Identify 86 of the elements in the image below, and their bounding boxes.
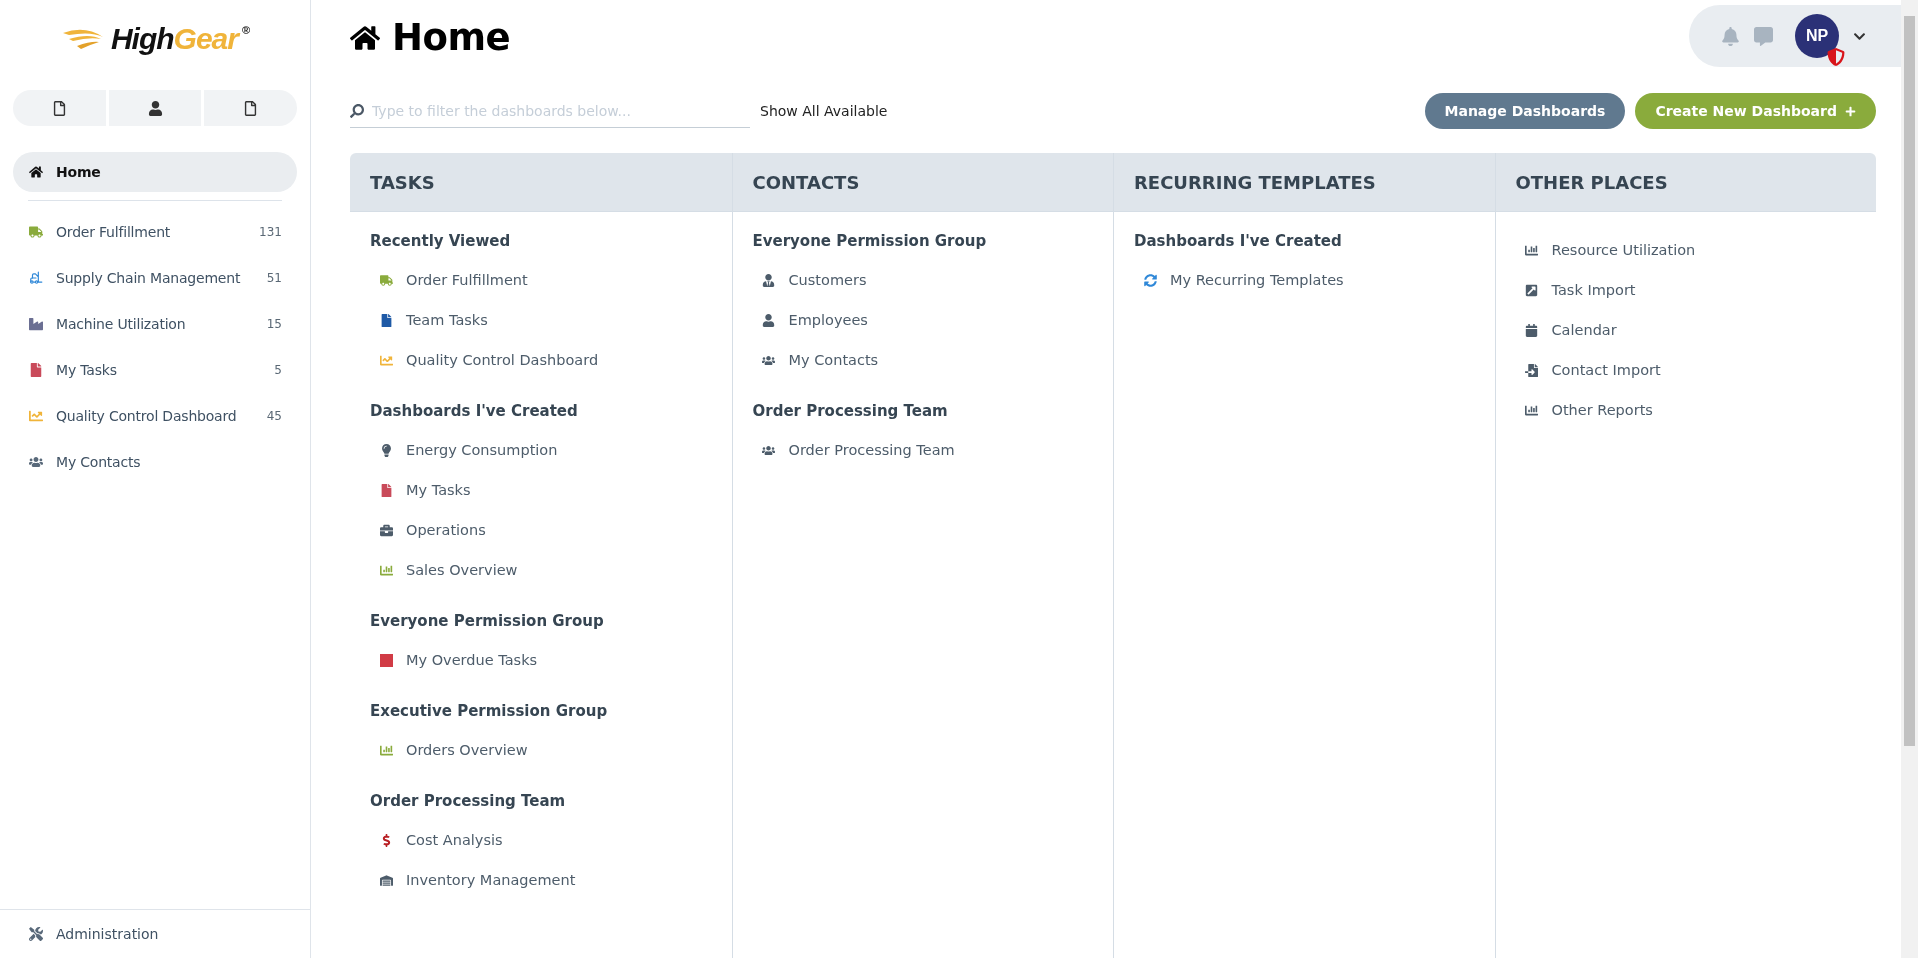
page-title-text: Home <box>392 16 511 59</box>
filter-field[interactable]: Type to filter the dashboards below... <box>370 101 750 120</box>
people-icon <box>760 443 777 457</box>
nav-item[interactable]: Quality Control Dashboard 45 <box>13 393 297 439</box>
bar-chart-icon <box>378 563 394 577</box>
plus-icon <box>1845 105 1856 117</box>
group-title: Everyone Permission Group <box>752 231 988 252</box>
link-label: Employees <box>788 312 868 328</box>
dashboard-link[interactable]: Order Processing Team <box>752 428 1093 472</box>
home-icon <box>28 165 44 179</box>
briefcase-icon <box>378 523 394 537</box>
manage-button[interactable]: Manage Dashboards <box>1424 93 1626 129</box>
nav-item[interactable]: My Contacts <box>13 439 297 485</box>
link-label: Inventory Management <box>406 872 576 888</box>
link-label: Operations <box>406 522 486 538</box>
line-chart-icon <box>28 409 44 423</box>
tools-icon <box>28 927 44 941</box>
link-label: Cost Analysis <box>406 832 503 848</box>
search-icon <box>350 103 364 118</box>
link-label: Quality Control Dashboard <box>406 352 599 368</box>
chat-icon[interactable] <box>1754 26 1773 46</box>
group-title: Dashboards I've Created <box>1134 231 1343 252</box>
import-icon <box>1523 363 1540 377</box>
column-header: OTHER PLACES <box>1495 153 1876 212</box>
square-icon <box>378 653 394 667</box>
dashboard-link[interactable]: Orders Overview <box>370 728 712 772</box>
forklift-icon <box>28 271 44 285</box>
link-label: Task Import <box>1551 282 1636 298</box>
column-header: RECURRING TEMPLATES <box>1114 153 1495 212</box>
logo: HighGear® <box>110 22 250 56</box>
link-label: Orders Overview <box>406 742 528 758</box>
bar-chart-icon <box>1523 403 1540 417</box>
truck-icon <box>378 273 394 287</box>
link-label: Customers <box>788 272 867 288</box>
group-title: Order Processing Team <box>752 401 949 422</box>
group-title: Dashboards I've Created <box>370 401 579 422</box>
user-avatar[interactable]: NP <box>1795 14 1839 58</box>
import-icon <box>1523 283 1540 297</box>
nav-item[interactable]: My Tasks 5 <box>13 347 297 393</box>
link-label: Order Processing Team <box>788 442 955 458</box>
nav-item[interactable]: Home <box>13 152 297 192</box>
nav-item[interactable]: Supply Chain Management 51 <box>13 255 297 301</box>
group-title: Everyone Permission Group <box>370 611 605 632</box>
repeat-icon <box>1142 273 1158 287</box>
people-icon <box>760 353 777 367</box>
bar-chart-icon <box>378 743 394 757</box>
link-label: Contact Import <box>1551 362 1661 378</box>
factory-icon <box>28 317 44 331</box>
link-label: My Overdue Tasks <box>406 652 538 668</box>
people-icon <box>28 455 44 469</box>
shield-icon <box>1827 48 1845 66</box>
person-icon <box>147 100 163 116</box>
nav-item[interactable]: Administration <box>0 926 187 942</box>
link-label: Order Fulfillment <box>406 272 528 288</box>
link-label: Team Tasks <box>406 312 488 328</box>
document-icon <box>28 363 44 377</box>
column-header: TASKS <box>350 153 732 212</box>
link-label: My Tasks <box>406 482 471 498</box>
link-label: Calendar <box>1551 322 1617 338</box>
document-icon <box>243 100 259 116</box>
person-icon <box>760 273 777 287</box>
link-label: Energy Consumption <box>406 442 558 458</box>
column-header: CONTACTS <box>732 153 1113 212</box>
line-chart-icon <box>378 353 394 367</box>
link-label: My Recurring Templates <box>1170 272 1344 288</box>
group-title: Order Processing Team <box>370 791 567 812</box>
truck-icon <box>28 225 44 239</box>
bell-icon[interactable] <box>1721 26 1740 46</box>
dashboard-link[interactable]: My Recurring Templates <box>1134 258 1475 302</box>
link-label: My Contacts <box>788 352 879 368</box>
scrollbar[interactable] <box>1901 0 1918 958</box>
nav-item[interactable]: Order Fulfillment 131 <box>13 209 297 255</box>
document-icon <box>51 100 67 116</box>
nav-item[interactable]: Machine Utilization 15 <box>13 301 297 347</box>
new-contact-button[interactable] <box>108 90 202 126</box>
show-all-link[interactable]: Show All Available <box>760 103 888 119</box>
dashboard-link[interactable]: My Overdue Tasks <box>370 638 712 682</box>
bar-chart-icon <box>1523 243 1540 257</box>
group-title: Executive Permission Group <box>370 701 609 722</box>
person-icon <box>760 313 777 327</box>
warehouse-icon <box>378 873 394 887</box>
group-title: Recently Viewed <box>370 231 512 252</box>
link-label: Other Reports <box>1551 402 1653 418</box>
link-label: Sales Overview <box>406 562 518 578</box>
calendar-icon <box>1523 323 1540 337</box>
link-label: Resource Utilization <box>1551 242 1696 258</box>
